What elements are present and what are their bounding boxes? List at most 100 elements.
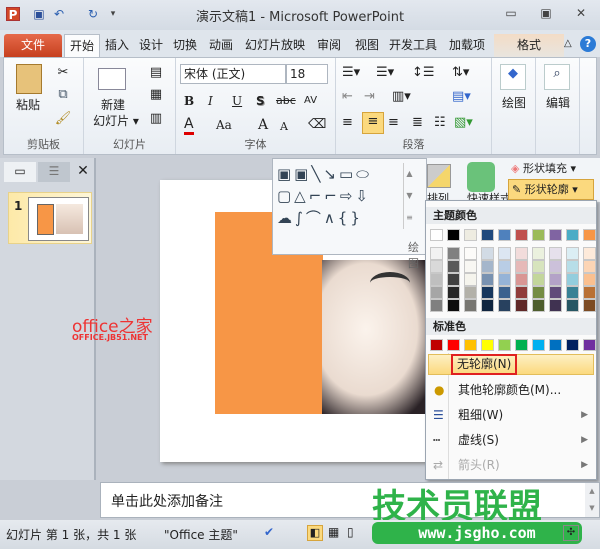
- line-spacing-icon[interactable]: ↕☰: [412, 64, 435, 82]
- text-direction-icon[interactable]: ⇅▾: [452, 64, 469, 82]
- theme-color-shade-swatch[interactable]: [481, 273, 494, 286]
- theme-color-shade-swatch[interactable]: [447, 286, 460, 299]
- layout-icon[interactable]: ▤: [146, 64, 166, 82]
- decrease-indent-icon[interactable]: ⇤: [342, 88, 353, 106]
- theme-color-shade-swatch[interactable]: [515, 299, 528, 312]
- font-color-button[interactable]: A: [184, 116, 194, 135]
- standard-color-swatch[interactable]: [481, 339, 494, 351]
- slide-thumbnail-1[interactable]: 1: [8, 192, 92, 244]
- theme-color-shade-swatch[interactable]: [430, 299, 443, 312]
- columns-icon[interactable]: ▥▾: [392, 88, 411, 106]
- group-drawing-collapsed[interactable]: ◆ 绘图: [492, 58, 536, 154]
- align-right-icon[interactable]: ≡: [388, 114, 399, 132]
- italic-button[interactable]: I: [208, 92, 213, 110]
- standard-color-swatch[interactable]: [583, 339, 596, 351]
- arrange-icon[interactable]: [427, 164, 451, 188]
- standard-color-swatch[interactable]: [498, 339, 511, 351]
- theme-color-shade-swatch[interactable]: [481, 286, 494, 299]
- theme-color-swatch[interactable]: [498, 229, 511, 241]
- paste-button[interactable]: 粘贴: [12, 96, 44, 114]
- theme-color-shade-swatch[interactable]: [481, 260, 494, 273]
- theme-color-shade-swatch[interactable]: [430, 247, 443, 260]
- shadow-button[interactable]: S: [256, 92, 265, 110]
- shrink-font-button[interactable]: A: [280, 118, 288, 136]
- theme-color-shade-swatch[interactable]: [549, 273, 562, 286]
- paste-icon[interactable]: [16, 64, 42, 94]
- tab-transitions[interactable]: 切换: [168, 34, 202, 57]
- weight-item[interactable]: ☰粗细(W)▶: [428, 405, 594, 426]
- tab-design[interactable]: 设计: [134, 34, 168, 57]
- slides-tab[interactable]: ▭: [4, 162, 36, 182]
- quick-styles-icon[interactable]: [467, 162, 495, 192]
- drawing-button[interactable]: 绘图: [496, 94, 532, 112]
- theme-color-swatch[interactable]: [447, 229, 460, 241]
- theme-color-shade-swatch[interactable]: [430, 260, 443, 273]
- tab-view[interactable]: 视图: [350, 34, 384, 57]
- collapse-ribbon-icon[interactable]: △: [564, 38, 572, 49]
- align-center-icon[interactable]: ≡: [362, 112, 384, 134]
- font-name-select[interactable]: 宋体 (正文): [180, 64, 286, 84]
- tab-file[interactable]: 文件: [4, 34, 62, 57]
- theme-color-shade-swatch[interactable]: [549, 299, 562, 312]
- theme-color-swatch[interactable]: [566, 229, 579, 241]
- theme-color-shade-swatch[interactable]: [583, 299, 596, 312]
- tab-animations[interactable]: 动画: [204, 34, 238, 57]
- group-editing-collapsed[interactable]: ⌕ 编辑: [536, 58, 580, 154]
- theme-color-swatch[interactable]: [532, 229, 545, 241]
- theme-color-shade-swatch[interactable]: [481, 299, 494, 312]
- tab-developer[interactable]: 开发工具: [384, 34, 442, 57]
- align-left-icon[interactable]: ≡: [342, 114, 353, 132]
- theme-color-shade-swatch[interactable]: [447, 260, 460, 273]
- standard-color-swatch[interactable]: [515, 339, 528, 351]
- theme-color-shade-swatch[interactable]: [532, 286, 545, 299]
- theme-color-shade-swatch[interactable]: [515, 273, 528, 286]
- theme-color-shade-swatch[interactable]: [566, 260, 579, 273]
- theme-color-shade-swatch[interactable]: [464, 247, 477, 260]
- reading-view-icon[interactable]: ▯: [347, 525, 354, 539]
- cat-picture[interactable]: [322, 260, 432, 414]
- close-pane-icon[interactable]: ✕: [72, 162, 94, 182]
- distribute-icon[interactable]: ☷: [434, 114, 446, 132]
- theme-color-swatch[interactable]: [583, 229, 596, 241]
- notes-scrollbar[interactable]: ▲▼: [585, 483, 599, 517]
- outline-tab[interactable]: ☰: [38, 162, 70, 182]
- bold-button[interactable]: B: [184, 92, 194, 110]
- increase-indent-icon[interactable]: ⇥: [364, 88, 375, 106]
- theme-color-shade-swatch[interactable]: [430, 286, 443, 299]
- find-icon[interactable]: ⌕: [544, 64, 570, 90]
- tab-addins[interactable]: 加载项: [444, 34, 490, 57]
- new-slide-icon[interactable]: [98, 68, 126, 90]
- theme-color-swatch[interactable]: [430, 229, 443, 241]
- tab-slideshow[interactable]: 幻灯片放映: [240, 34, 310, 57]
- theme-color-shade-swatch[interactable]: [481, 247, 494, 260]
- slide-sorter-icon[interactable]: ▦: [328, 525, 339, 539]
- theme-color-swatch[interactable]: [515, 229, 528, 241]
- shape-fill-button[interactable]: ◈ 形状填充 ▾: [511, 160, 576, 176]
- standard-color-swatch[interactable]: [447, 339, 460, 351]
- shape-thumbnails[interactable]: ▣▣╲↘▭⬭▢△⌐⌐⇨⇩☁∫⌒∧{}: [277, 163, 401, 229]
- format-painter-icon[interactable]: 🖌: [54, 110, 72, 128]
- theme-color-shade-swatch[interactable]: [447, 273, 460, 286]
- editing-button[interactable]: 编辑: [540, 94, 576, 112]
- smartart-icon[interactable]: ▧▾: [454, 114, 473, 132]
- theme-color-shade-swatch[interactable]: [583, 247, 596, 260]
- theme-color-shade-swatch[interactable]: [464, 286, 477, 299]
- theme-color-shade-swatch[interactable]: [566, 299, 579, 312]
- theme-color-shade-swatch[interactable]: [532, 273, 545, 286]
- justify-icon[interactable]: ≣: [412, 114, 423, 132]
- clear-formatting-icon[interactable]: ⌫: [308, 116, 326, 134]
- theme-color-shade-swatch[interactable]: [583, 273, 596, 286]
- no-outline-item[interactable]: 无轮廓(N): [428, 354, 594, 375]
- change-case-button[interactable]: Aa: [216, 116, 232, 134]
- theme-name[interactable]: "Office 主题": [164, 526, 238, 543]
- theme-color-shade-swatch[interactable]: [566, 286, 579, 299]
- copy-icon[interactable]: ⧉: [54, 86, 72, 104]
- bullets-icon[interactable]: ☰▾: [342, 64, 360, 82]
- standard-color-swatch[interactable]: [430, 339, 443, 351]
- theme-color-swatch[interactable]: [481, 229, 494, 241]
- theme-color-shade-swatch[interactable]: [532, 260, 545, 273]
- theme-color-shade-swatch[interactable]: [515, 260, 528, 273]
- new-slide-dropdown[interactable]: 幻灯片 ▾: [86, 112, 146, 130]
- reset-icon[interactable]: ▦: [146, 86, 166, 104]
- close-button[interactable]: ✕: [570, 6, 592, 22]
